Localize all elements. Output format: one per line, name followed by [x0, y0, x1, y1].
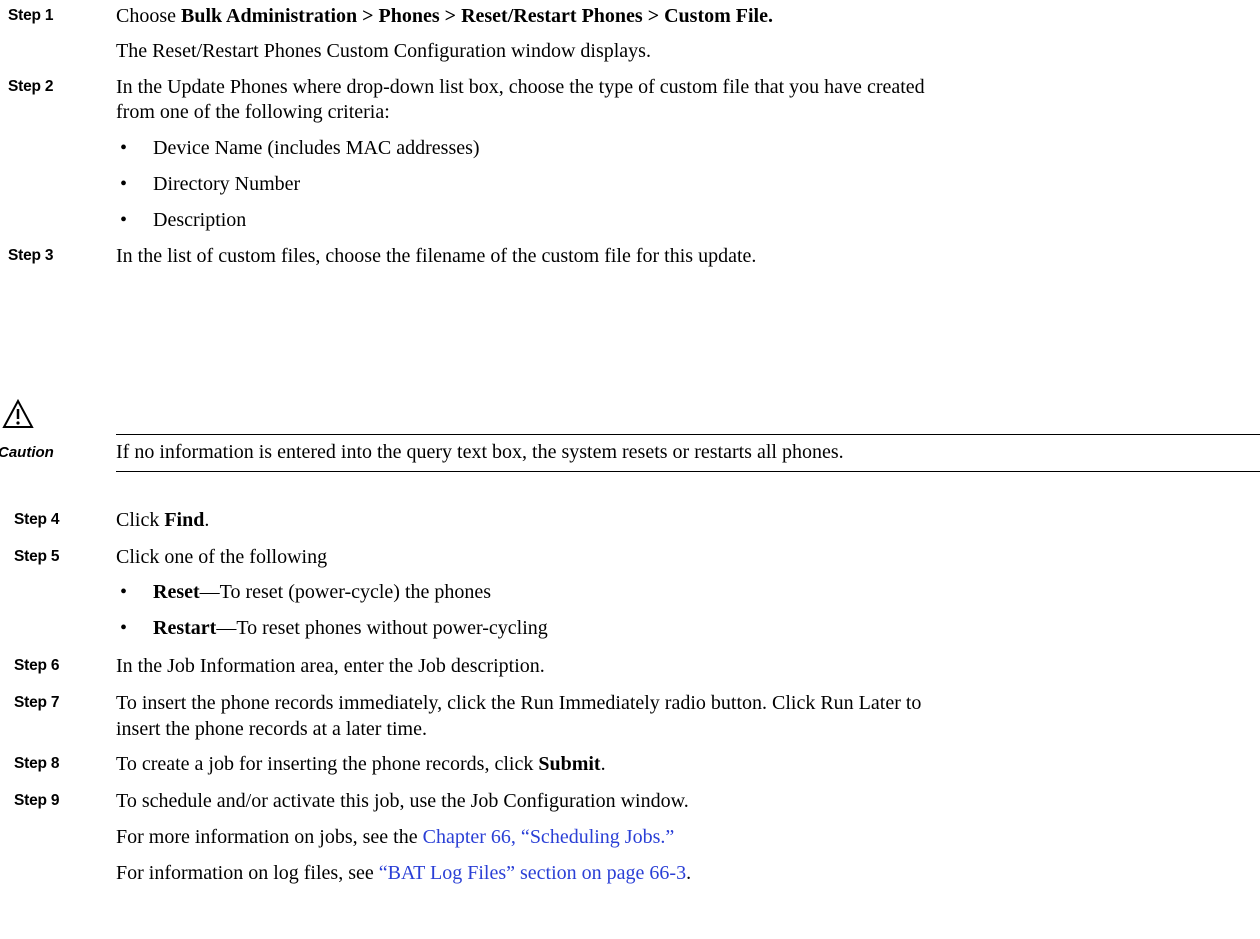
- list-item: Description: [153, 209, 247, 231]
- step-1-label: Step 1: [8, 7, 54, 24]
- list-item: Directory Number: [153, 173, 301, 195]
- bullet: •: [120, 209, 128, 231]
- step-2-label: Step 2: [8, 78, 54, 95]
- jobs-ref-prefix: For more information on jobs, see the: [116, 826, 423, 848]
- document-page: Step 1 Choose Bulk Administration > Phon…: [0, 0, 1260, 939]
- restart-term: Restart: [153, 617, 217, 639]
- step-2-line-1: In the Update Phones where drop-down lis…: [116, 76, 925, 98]
- restart-desc: —To reset phones without power-cycling: [216, 617, 548, 639]
- log-reference: For information on log files, see “BAT L…: [116, 861, 691, 885]
- reset-term: Reset: [153, 581, 200, 603]
- step-8-label: Step 8: [14, 755, 60, 772]
- bullet: •: [120, 137, 128, 159]
- caution-label: Caution: [0, 444, 54, 461]
- caution-top-rule: [116, 434, 1260, 435]
- step-3-text: In the list of custom files, choose the …: [116, 245, 757, 267]
- step-1-prefix: Choose: [116, 5, 181, 27]
- bullet: •: [120, 617, 128, 639]
- warning-icon: [2, 399, 34, 428]
- step-9-label: Step 9: [14, 792, 60, 809]
- submit-term: Submit: [538, 753, 601, 775]
- step-6-text: In the Job Information area, enter the J…: [116, 655, 545, 677]
- reset-desc: —To reset (power-cycle) the phones: [199, 581, 492, 603]
- menu-path: Bulk Administration > Phones > Reset/Res…: [181, 5, 773, 27]
- bullet: •: [120, 581, 128, 603]
- caution-text: If no information is entered into the qu…: [116, 441, 844, 463]
- step-2-line-2: from one of the following criteria:: [116, 101, 390, 123]
- step-6-label: Step 6: [14, 657, 60, 674]
- step-5-label: Step 5: [14, 548, 60, 565]
- step-7-line-1: To insert the phone records immediately,…: [116, 692, 922, 714]
- list-item: Restart—To reset phones without power-cy…: [153, 616, 548, 640]
- list-item: Device Name (includes MAC addresses): [153, 137, 480, 159]
- step-9-text: To schedule and/or activate this job, us…: [116, 790, 689, 812]
- step-7-line-2: insert the phone records at a later time…: [116, 718, 427, 740]
- step-8-text: To create a job for inserting the phone …: [116, 752, 606, 776]
- bullet: •: [120, 173, 128, 195]
- step-1-text: Choose Bulk Administration > Phones > Re…: [116, 4, 773, 28]
- list-item: Reset—To reset (power-cycle) the phones: [153, 580, 491, 604]
- step-8-prefix: To create a job for inserting the phone …: [116, 753, 539, 775]
- caution-bottom-rule: [116, 471, 1260, 472]
- step-5-text: Click one of the following: [116, 546, 328, 568]
- log-ref-prefix: For information on log files, see: [116, 862, 379, 884]
- bat-log-files-link[interactable]: “BAT Log Files” section on page 66-3: [379, 862, 686, 884]
- jobs-reference: For more information on jobs, see the Ch…: [116, 825, 674, 849]
- step-8-suffix: .: [600, 753, 606, 775]
- step-7-label: Step 7: [14, 694, 60, 711]
- step-4-suffix: .: [204, 509, 210, 531]
- step-4-label: Step 4: [14, 511, 60, 528]
- chapter-66-link[interactable]: Chapter 66, “Scheduling Jobs.”: [423, 826, 675, 848]
- step-1-result: The Reset/Restart Phones Custom Configur…: [116, 40, 651, 62]
- log-ref-suffix: .: [686, 862, 692, 884]
- step-4-text: Click Find.: [116, 508, 209, 532]
- step-3-label: Step 3: [8, 247, 54, 264]
- find-term: Find: [164, 509, 205, 531]
- step-4-prefix: Click: [116, 509, 165, 531]
